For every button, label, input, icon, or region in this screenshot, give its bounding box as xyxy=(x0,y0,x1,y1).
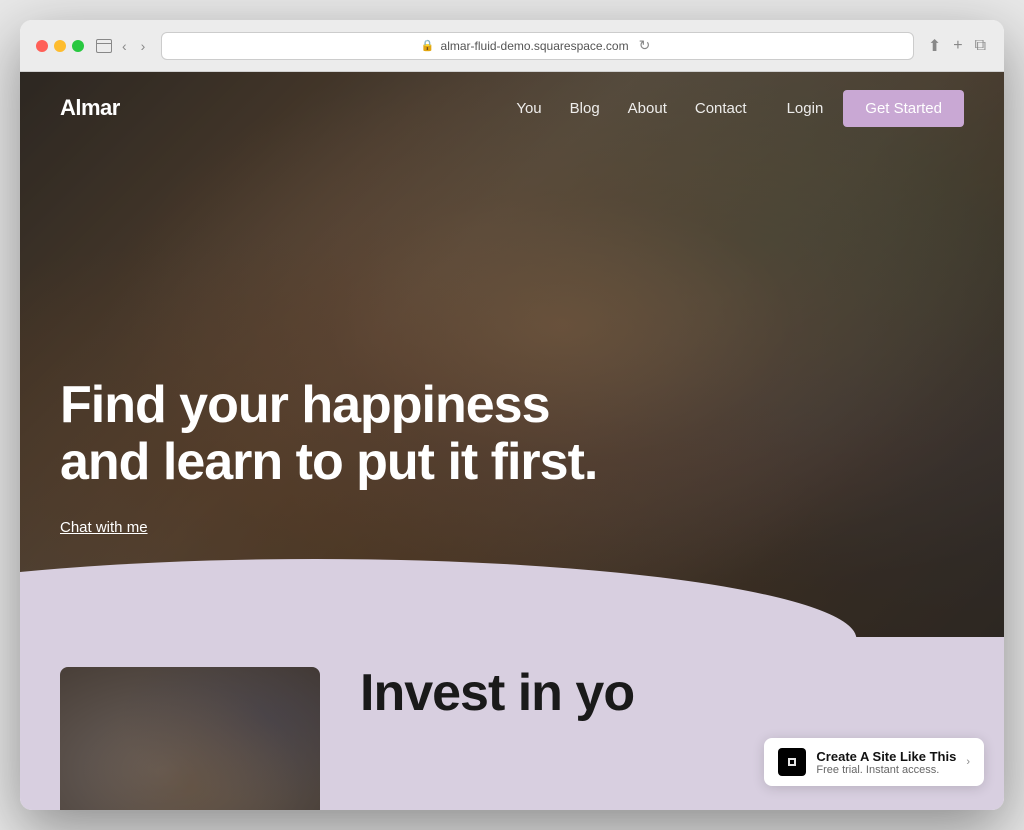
get-started-button[interactable]: Get Started xyxy=(843,90,964,127)
nav-login[interactable]: Login xyxy=(787,100,824,117)
browser-nav-controls: ‹ › xyxy=(96,36,149,56)
bottom-text: Invest in yo xyxy=(360,667,634,729)
forward-button[interactable]: › xyxy=(137,36,150,56)
nav-link-blog[interactable]: Blog xyxy=(570,100,600,117)
chevron-right-icon: › xyxy=(966,756,970,768)
site-content: Almar You Blog About Contact Login Get S… xyxy=(20,72,1004,810)
site-logo: Almar xyxy=(60,95,120,121)
navbar: Almar You Blog About Contact Login Get S… xyxy=(20,72,1004,144)
nav-link-you[interactable]: You xyxy=(516,100,541,117)
invest-heading: Invest in yo xyxy=(360,667,634,719)
hero-section: Almar You Blog About Contact Login Get S… xyxy=(20,72,1004,637)
browser-chrome: ‹ › 🔒 almar-fluid-demo.squarespace.com ↻… xyxy=(20,20,1004,72)
lock-icon: 🔒 xyxy=(421,39,435,52)
hero-content: Find your happiness and learn to put it … xyxy=(60,377,610,537)
close-button[interactable] xyxy=(36,40,48,52)
bottom-image-card xyxy=(60,667,320,810)
nav-links: You Blog About Contact xyxy=(516,100,746,117)
share-button[interactable]: ⬆ xyxy=(926,34,943,58)
squarespace-logo xyxy=(778,748,806,776)
headline-line2: and learn to put it first. xyxy=(60,433,597,491)
traffic-lights xyxy=(36,40,84,52)
browser-action-buttons: ⬆ + ⧉ xyxy=(926,34,988,58)
minimize-button[interactable] xyxy=(54,40,66,52)
browser-window: ‹ › 🔒 almar-fluid-demo.squarespace.com ↻… xyxy=(20,20,1004,810)
address-bar[interactable]: 🔒 almar-fluid-demo.squarespace.com ↻ xyxy=(161,32,913,60)
new-tab-button[interactable]: + xyxy=(951,35,964,57)
badge-subtitle: Free trial. Instant access. xyxy=(816,764,956,776)
maximize-button[interactable] xyxy=(72,40,84,52)
hero-headline: Find your happiness and learn to put it … xyxy=(60,377,610,491)
nav-link-contact[interactable]: Contact xyxy=(695,100,747,117)
squarespace-badge-text: Create A Site Like This Free trial. Inst… xyxy=(816,749,956,776)
nav-link-about[interactable]: About xyxy=(628,100,667,117)
hero-overlay xyxy=(20,72,1004,637)
squarespace-badge[interactable]: Create A Site Like This Free trial. Inst… xyxy=(764,738,984,786)
bottom-section: Invest in yo Create A Site Like This Fre… xyxy=(20,637,1004,810)
chat-with-me-link[interactable]: Chat with me xyxy=(60,519,148,536)
badge-title: Create A Site Like This xyxy=(816,749,956,764)
windows-button[interactable]: ⧉ xyxy=(973,35,988,57)
refresh-button[interactable]: ↻ xyxy=(635,35,655,56)
back-button[interactable]: ‹ xyxy=(118,36,131,56)
window-icon xyxy=(96,39,112,53)
url-text: almar-fluid-demo.squarespace.com xyxy=(441,39,629,53)
headline-line1: Find your happiness xyxy=(60,376,550,434)
